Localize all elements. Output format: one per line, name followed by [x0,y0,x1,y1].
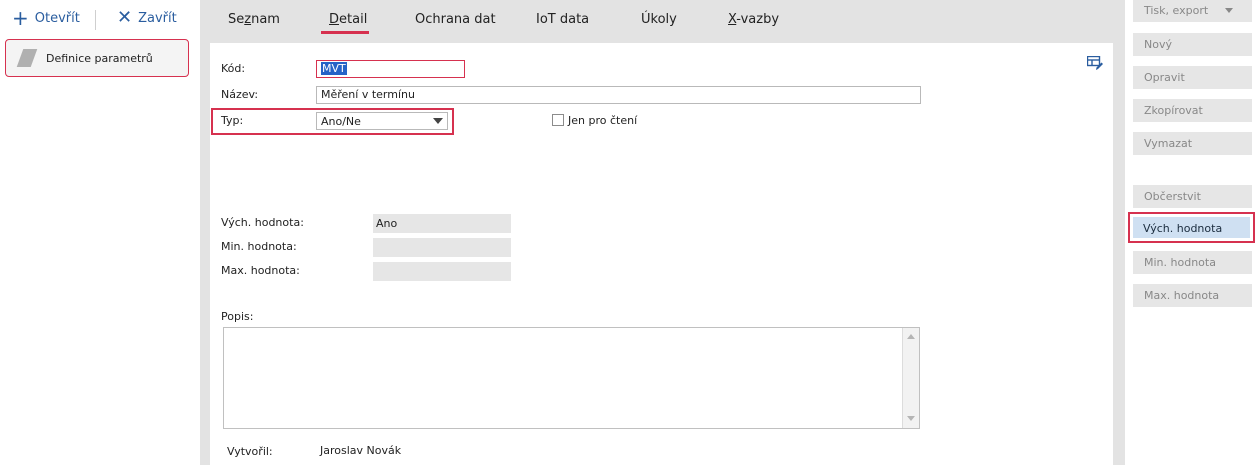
active-tab-indicator [321,31,369,34]
tab-hotkey: z [244,12,252,27]
vych-value: Ano [376,217,398,230]
kod-value: MVT [321,62,347,75]
tab-detail[interactable]: Detail [329,12,367,27]
nazev-field[interactable]: Měření v termínu [316,86,921,104]
zkopirovat-button[interactable]: Zkopírovat [1133,99,1252,122]
vych-field[interactable]: Ano [373,214,511,233]
vych-hodnota-button[interactable]: Vých. hodnota [1128,212,1255,243]
tab-hotkey: X [728,12,737,27]
tab-label: Detail [329,12,368,27]
close-icon: ✕ [117,7,133,28]
vytvoril-value: Jaroslav Novák [320,444,402,457]
tab-ochrana-dat[interactable]: Ochrana dat [415,12,496,27]
typ-label: Typ: [221,114,244,127]
plus-icon: + [12,6,29,30]
kod-label: Kód: [221,62,246,75]
max-hodnota-label: Max. hodnota [1144,289,1220,302]
tisk-export-button[interactable]: Tisk, export [1133,0,1252,22]
close-label: Zavřít [138,10,177,26]
kod-field[interactable]: MVT [316,60,465,78]
min-hodnota-button[interactable]: Min. hodnota [1133,251,1252,274]
open-label: Otevřít [34,10,80,26]
novy-button[interactable]: Nový [1133,33,1252,56]
tab-seznam[interactable]: Seznam [228,12,280,27]
scroll-down-icon[interactable] [907,416,915,421]
table-edit-icon[interactable] [1087,56,1103,71]
zkopirovat-label: Zkopírovat [1144,104,1203,117]
novy-label: Nový [1144,38,1172,51]
open-button[interactable]: + Otevřít [12,8,80,28]
vych-label: Vých. hodnota: [221,216,304,229]
readonly-label: Jen pro čtení [568,114,638,127]
tab-iot-data[interactable]: IoT data [536,12,589,27]
tab-label: IoT data [536,12,590,27]
min-field[interactable] [373,238,511,257]
left-panel: + Otevřít ✕ Zavřít Definice parametrů [0,0,200,465]
popis-scrollbar[interactable] [902,328,919,428]
opravit-button[interactable]: Opravit [1133,66,1252,89]
popis-textarea[interactable] [223,327,920,429]
toolbar-divider [95,10,96,30]
typ-value: Ano/Ne [321,114,361,128]
nazev-value: Měření v termínu [321,88,415,101]
scroll-up-icon[interactable] [907,334,915,339]
min-hodnota-label: Min. hodnota [1144,256,1216,269]
tab-label: Ochrana dat [415,12,496,27]
tab-label: Úkoly [641,12,677,27]
opravit-label: Opravit [1144,71,1185,84]
sidebar-item-label: Definice parametrů [46,51,153,65]
vych-hodnota-label: Vých. hodnota [1133,217,1250,238]
tab-x-vazby[interactable]: X-vazby [728,12,779,27]
min-label: Min. hodnota: [221,240,297,253]
obcerstvit-label: Občerstvit [1144,190,1201,203]
chevron-down-icon [1225,8,1233,13]
close-button[interactable]: ✕ Zavřít [117,8,177,28]
max-field[interactable] [373,262,511,281]
tab-label: X-vazby [728,12,780,27]
tab-hotkey: D [329,12,340,27]
max-label: Max. hodnota: [221,264,300,277]
tisk-label: Tisk, export [1144,4,1209,17]
parallelogram-icon [16,49,38,67]
dropdown-arrow-icon [433,118,443,124]
popis-label: Popis: [221,310,254,323]
readonly-checkbox[interactable] [552,114,564,126]
vytvoril-label: Vytvořil: [227,445,273,458]
vymazat-label: Vymazat [1144,137,1193,150]
max-hodnota-button[interactable]: Max. hodnota [1133,284,1252,307]
tab-ukoly[interactable]: Úkoly [641,12,677,27]
sidebar-item-definice-parametru[interactable]: Definice parametrů [5,39,189,77]
nazev-label: Název: [221,88,259,101]
tab-label: Seznam [228,12,280,27]
typ-select[interactable]: Ano/Ne [316,112,448,130]
obcerstvit-button[interactable]: Občerstvit [1133,185,1252,208]
vymazat-button[interactable]: Vymazat [1133,132,1252,155]
